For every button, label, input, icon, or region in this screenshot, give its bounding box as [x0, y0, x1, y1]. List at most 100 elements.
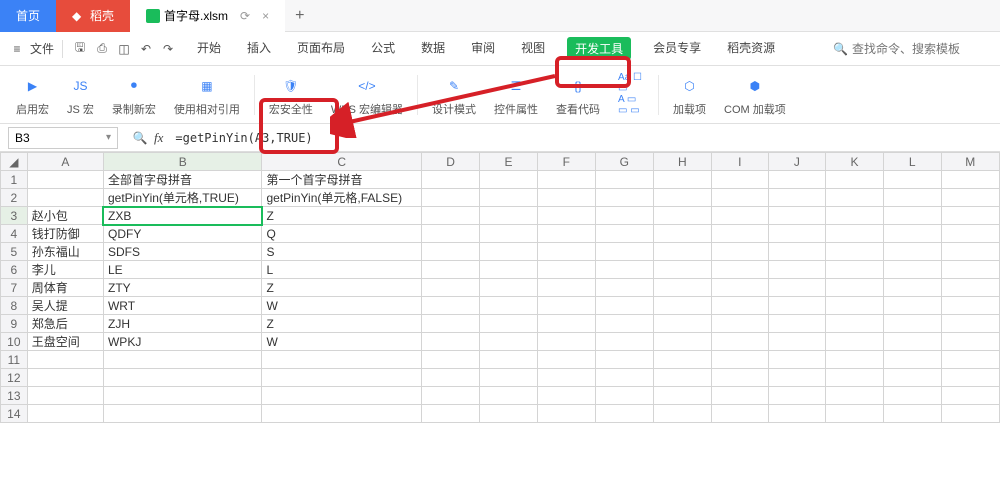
row-header[interactable]: 4	[1, 225, 28, 243]
cell[interactable]	[711, 189, 768, 207]
cell[interactable]	[711, 369, 768, 387]
cell[interactable]	[653, 261, 711, 279]
cell[interactable]	[826, 261, 884, 279]
cell[interactable]: 第一个首字母拼音	[262, 171, 422, 189]
cell[interactable]	[941, 189, 999, 207]
cell[interactable]	[480, 387, 538, 405]
cell[interactable]	[826, 351, 884, 369]
formula-input[interactable]	[169, 131, 1000, 145]
cell[interactable]: W	[262, 333, 422, 351]
cell[interactable]	[653, 351, 711, 369]
cell[interactable]	[941, 261, 999, 279]
cell[interactable]	[480, 279, 538, 297]
cell[interactable]: ZXB	[103, 207, 261, 225]
cell[interactable]	[537, 261, 595, 279]
cell[interactable]	[941, 351, 999, 369]
cell[interactable]	[711, 297, 768, 315]
cell[interactable]	[768, 333, 825, 351]
cell[interactable]	[27, 351, 103, 369]
cell[interactable]: Z	[262, 207, 422, 225]
cell[interactable]: ZJH	[103, 315, 261, 333]
cell[interactable]	[103, 351, 261, 369]
record-macro-button[interactable]: ⏺录制新宏	[104, 69, 164, 121]
cell[interactable]	[595, 279, 653, 297]
preview-icon[interactable]: ◫	[115, 40, 133, 58]
cell[interactable]	[595, 369, 653, 387]
select-all-corner[interactable]: ◢	[1, 153, 28, 171]
cell[interactable]	[480, 243, 538, 261]
cell[interactable]	[653, 315, 711, 333]
cell[interactable]	[262, 405, 422, 423]
cell[interactable]	[826, 225, 884, 243]
print-icon[interactable]: ⎙	[93, 40, 111, 58]
cell[interactable]	[711, 261, 768, 279]
cell[interactable]: L	[262, 261, 422, 279]
cell[interactable]: WPKJ	[103, 333, 261, 351]
row-header[interactable]: 2	[1, 189, 28, 207]
cell[interactable]	[595, 243, 653, 261]
undo-icon[interactable]: ↶	[137, 40, 155, 58]
cell[interactable]: S	[262, 243, 422, 261]
cell[interactable]	[653, 387, 711, 405]
col-header-H[interactable]: H	[653, 153, 711, 171]
enable-macro-button[interactable]: ▶启用宏	[8, 69, 57, 121]
cell[interactable]	[653, 369, 711, 387]
col-header-G[interactable]: G	[595, 153, 653, 171]
menu-data[interactable]: 数据	[417, 37, 449, 60]
cell[interactable]	[595, 387, 653, 405]
row-header[interactable]: 12	[1, 369, 28, 387]
cell[interactable]	[480, 171, 538, 189]
cell[interactable]	[422, 189, 480, 207]
cell[interactable]	[941, 297, 999, 315]
cell[interactable]	[480, 333, 538, 351]
cell[interactable]	[768, 369, 825, 387]
cell[interactable]	[768, 243, 825, 261]
cell[interactable]	[711, 387, 768, 405]
tab-close-icon[interactable]: ×	[262, 9, 269, 23]
cell[interactable]	[883, 333, 941, 351]
cell[interactable]	[480, 297, 538, 315]
cell[interactable]	[826, 171, 884, 189]
search-input[interactable]	[852, 42, 992, 56]
col-header-B[interactable]: B	[103, 153, 261, 171]
cell[interactable]	[826, 189, 884, 207]
cell[interactable]	[941, 333, 999, 351]
redo-icon[interactable]: ↷	[159, 40, 177, 58]
cell[interactable]	[941, 171, 999, 189]
docer-tab[interactable]: ◆ 稻壳	[56, 0, 130, 32]
cell[interactable]	[826, 207, 884, 225]
cell[interactable]	[595, 297, 653, 315]
cell[interactable]	[711, 315, 768, 333]
cell[interactable]: ZTY	[103, 279, 261, 297]
menu-insert[interactable]: 插入	[243, 37, 275, 60]
cell[interactable]	[941, 279, 999, 297]
fx-label[interactable]: fx	[154, 130, 163, 146]
cell[interactable]	[826, 297, 884, 315]
cell[interactable]	[27, 387, 103, 405]
cell[interactable]	[480, 315, 538, 333]
cell[interactable]	[595, 189, 653, 207]
cell[interactable]: W	[262, 297, 422, 315]
cell[interactable]: QDFY	[103, 225, 261, 243]
cell[interactable]	[537, 207, 595, 225]
menu-member[interactable]: 会员专享	[649, 37, 705, 60]
cell[interactable]	[826, 369, 884, 387]
menu-review[interactable]: 审阅	[467, 37, 499, 60]
menu-layout[interactable]: 页面布局	[293, 37, 349, 60]
cell[interactable]	[883, 171, 941, 189]
cell[interactable]: 李儿	[27, 261, 103, 279]
cell[interactable]	[595, 171, 653, 189]
cell[interactable]	[537, 315, 595, 333]
col-header-I[interactable]: I	[711, 153, 768, 171]
cell[interactable]	[595, 333, 653, 351]
cell[interactable]	[711, 405, 768, 423]
cell[interactable]	[422, 315, 480, 333]
cell[interactable]	[422, 351, 480, 369]
row-header[interactable]: 13	[1, 387, 28, 405]
cell[interactable]	[826, 315, 884, 333]
cell[interactable]	[422, 243, 480, 261]
cell[interactable]	[537, 279, 595, 297]
cell[interactable]: 孙东福山	[27, 243, 103, 261]
cell[interactable]	[653, 297, 711, 315]
cell[interactable]	[480, 369, 538, 387]
